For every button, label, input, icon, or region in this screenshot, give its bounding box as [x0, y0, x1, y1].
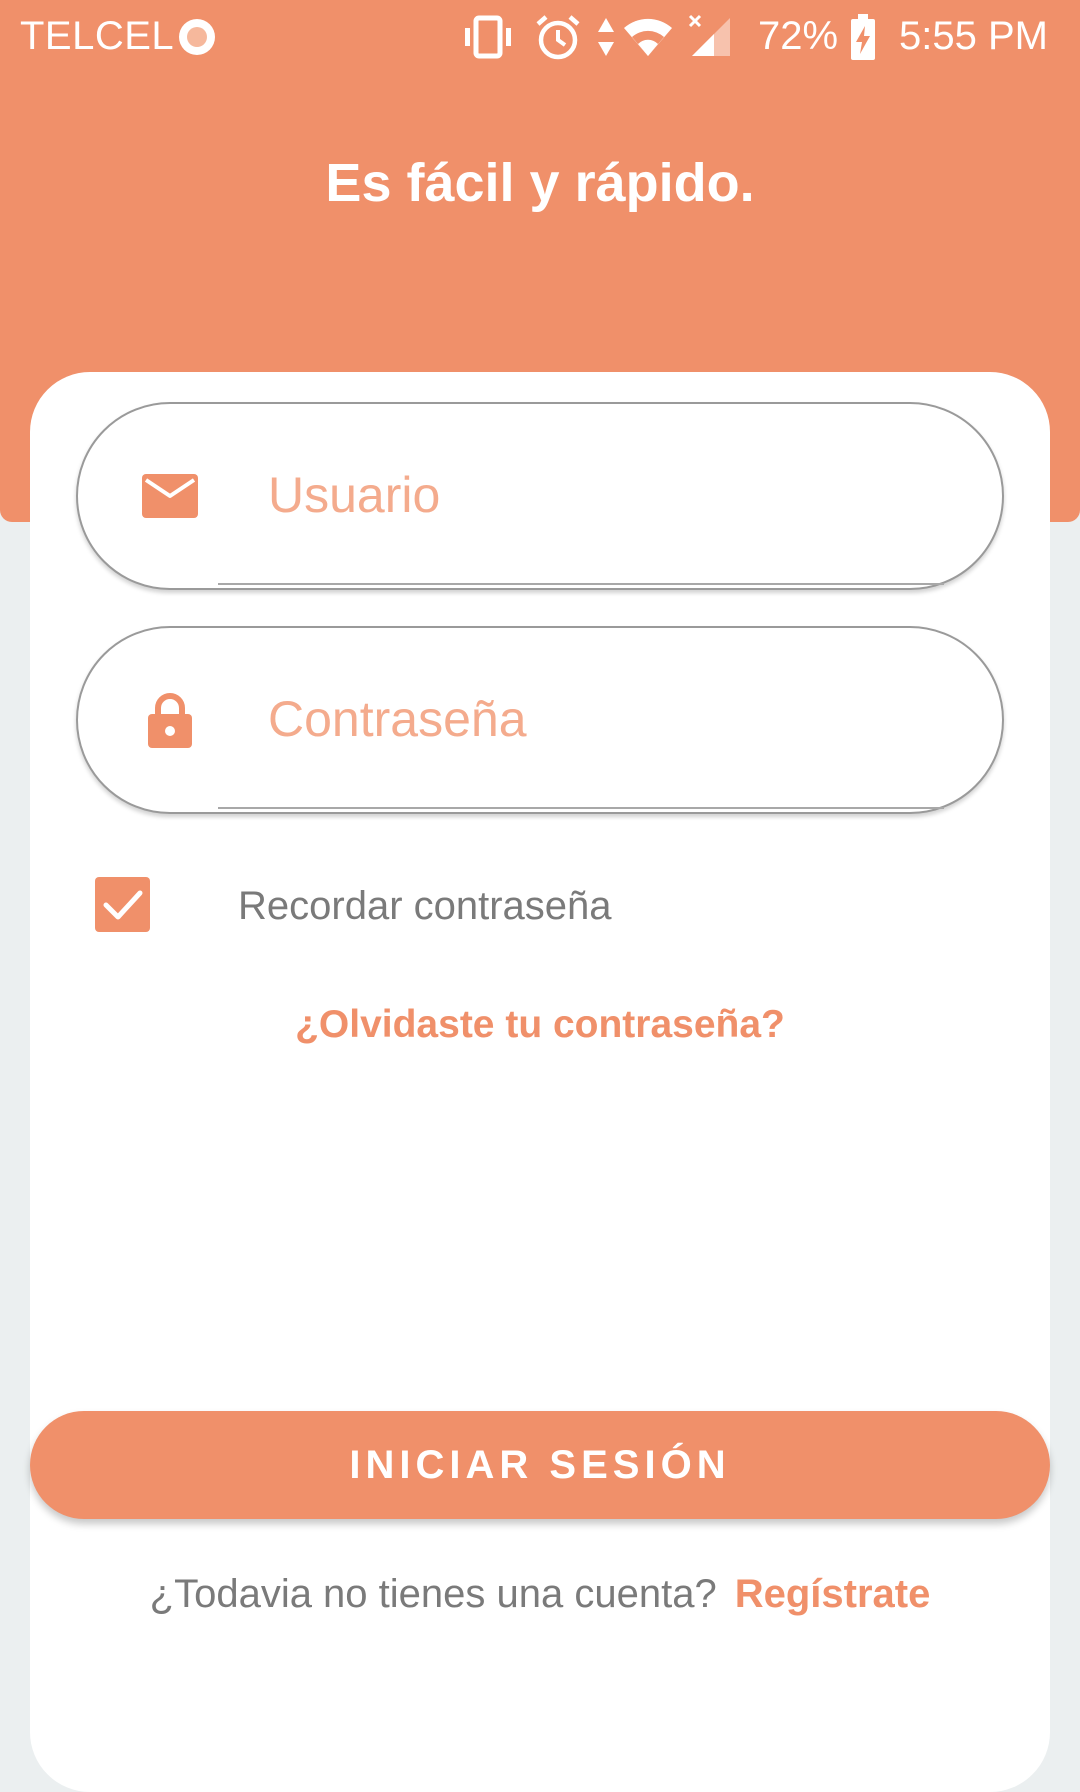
page-title: Es fácil y rápido. — [325, 153, 755, 213]
remember-checkbox[interactable] — [95, 877, 150, 932]
battery-percent: 72% — [758, 14, 839, 58]
remember-label[interactable]: Recordar contraseña — [238, 884, 612, 929]
alarm-icon — [536, 15, 580, 60]
lock-icon — [148, 693, 192, 748]
signup-link[interactable]: Regístrate — [735, 1572, 931, 1616]
data-arrows-icon — [598, 18, 614, 56]
wifi-icon — [624, 18, 672, 56]
signup-row: ¿Todavia no tienes una cuenta? Regístrate — [0, 1572, 1080, 1617]
username-field[interactable]: Usuario — [76, 402, 1004, 590]
password-placeholder: Contraseña — [268, 691, 527, 747]
mail-icon — [142, 474, 198, 518]
check-icon — [103, 890, 143, 920]
password-field[interactable]: Contraseña — [76, 626, 1004, 814]
password-underline — [218, 807, 944, 809]
login-button[interactable]: INICIAR SESIÓN — [30, 1411, 1050, 1519]
clock: 5:55 PM — [899, 14, 1048, 58]
username-placeholder: Usuario — [268, 467, 441, 523]
battery-charging-icon — [851, 14, 875, 60]
forgot-password-link[interactable]: ¿Olvidaste tu contraseña? — [0, 1003, 1080, 1047]
username-underline — [218, 583, 944, 585]
record-dot-icon — [179, 19, 215, 55]
status-bar: TELCEL 72% 5:55 PM — [0, 0, 1080, 72]
vibrate-icon — [465, 15, 511, 59]
signup-prompt: ¿Todavia no tienes una cuenta? — [149, 1572, 717, 1616]
carrier-name: TELCEL — [20, 14, 175, 58]
signal-icon — [688, 14, 730, 56]
